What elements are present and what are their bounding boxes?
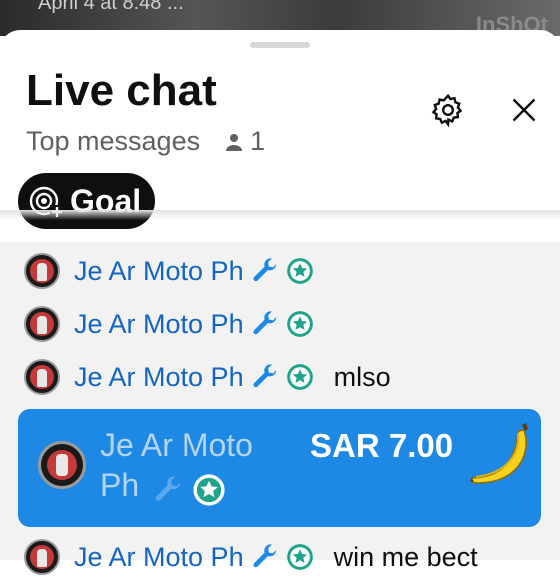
close-button[interactable]	[506, 92, 542, 128]
chat-mode-selector[interactable]: Top messages 1	[26, 126, 265, 157]
video-timestamp: April 4 at 8:48 ...	[38, 0, 184, 14]
chat-message[interactable]: Je Ar Moto Ph mlso	[24, 357, 391, 397]
chat-message[interactable]: Je Ar Moto Ph	[24, 304, 314, 344]
viewer-count: 1	[224, 126, 265, 157]
wrench-icon	[253, 544, 276, 568]
chat-message[interactable]: Je Ar Moto Ph	[24, 251, 314, 291]
person-icon	[226, 133, 243, 151]
moderator-badge	[250, 309, 280, 339]
star-badge-icon	[286, 544, 313, 570]
message-author[interactable]: Je Ar Moto Ph	[74, 542, 244, 573]
avatar[interactable]	[24, 539, 60, 575]
header-divider	[0, 210, 560, 220]
avatar[interactable]	[24, 359, 60, 395]
avatar[interactable]	[24, 306, 60, 342]
super-chat-card[interactable]: Je Ar Moto Ph SAR 7.00	[18, 409, 541, 527]
member-badge	[286, 310, 314, 338]
page-title: Live chat	[26, 66, 217, 115]
banana-sticker-icon	[470, 423, 528, 484]
message-text: win me bect	[333, 541, 478, 572]
wrench-icon	[253, 258, 276, 282]
gear-icon	[431, 93, 463, 128]
star-badge-icon	[286, 258, 313, 284]
goal-button[interactable]: Goal	[18, 173, 156, 229]
message-author[interactable]: Je Ar Moto Ph	[74, 309, 244, 340]
moderator-badge	[250, 362, 280, 392]
super-chat-badges	[152, 473, 226, 507]
wrench-icon	[253, 311, 276, 335]
chat-message[interactable]: Je Ar Moto Ph win me bect	[24, 537, 478, 577]
star-badge-icon	[286, 311, 313, 337]
settings-button[interactable]	[430, 92, 466, 128]
star-badge-icon	[286, 364, 313, 390]
viewer-count-value: 1	[250, 126, 266, 156]
chat-mode-label: Top messages	[26, 126, 201, 156]
close-icon	[512, 98, 536, 122]
member-badge	[286, 363, 314, 391]
star-badge-icon	[193, 474, 225, 506]
avatar[interactable]	[38, 441, 86, 489]
drag-handle[interactable]	[250, 42, 310, 48]
moderator-badge	[250, 256, 280, 286]
message-text: mlso	[333, 361, 391, 392]
member-badge	[286, 257, 314, 285]
super-chat-amount: SAR 7.00	[310, 427, 454, 464]
moderator-badge	[250, 542, 280, 572]
member-badge	[286, 543, 314, 571]
wrench-icon	[155, 476, 180, 501]
avatar[interactable]	[24, 253, 60, 289]
wrench-icon	[253, 364, 276, 388]
message-author[interactable]: Je Ar Moto Ph	[74, 256, 244, 287]
message-author[interactable]: Je Ar Moto Ph	[74, 362, 244, 393]
